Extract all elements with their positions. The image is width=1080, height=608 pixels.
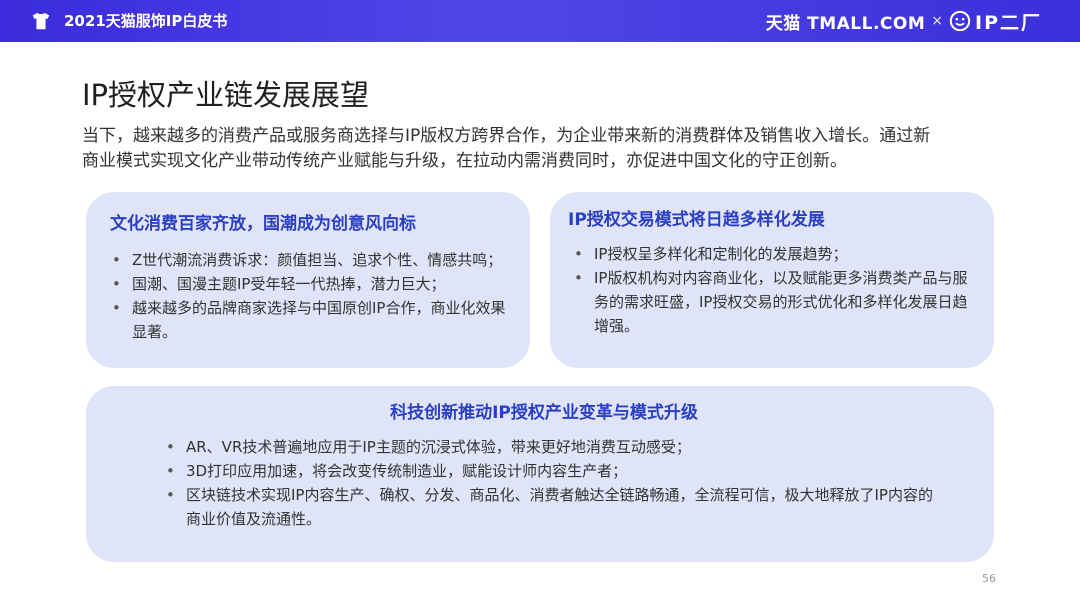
bullet-item: 越来越多的品牌商家选择与中国原创IP合作，商业化效果显著。 <box>110 296 506 344</box>
page-title: IP授权产业链发展展望 <box>82 78 370 112</box>
bullet-item: IP授权呈多样化和定制化的发展趋势； <box>572 242 976 266</box>
intro-line: 商业模式实现文化产业带动传统产业赋能与升级，在拉动内需消费同时，亦促进中国文化的… <box>82 151 847 171</box>
bullet-item: Z世代潮流消费诉求：颜值担当、追求个性、情感共鸣； <box>110 248 506 272</box>
smiley-icon <box>949 10 971 32</box>
card-title: 科技创新推动IP授权产业变革与模式升级 <box>390 403 698 423</box>
brand-logos: 天猫 TMALL.COM × IP二厂 <box>766 8 1042 34</box>
ipr-logo: IP二厂 <box>975 11 1042 34</box>
bullet-item: 国潮、国漫主题IP受年轻一代热捧，潜力巨大； <box>110 272 506 296</box>
bullet-item: 区块链技术实现IP内容生产、确权、分发、商品化、消费者触达全链路畅通，全流程可信… <box>164 483 946 531</box>
bullet-list: Z世代潮流消费诉求：颜值担当、追求个性、情感共鸣； 国潮、国漫主题IP受年轻一代… <box>110 248 506 344</box>
tshirt-icon <box>32 12 50 30</box>
card-tech-innovation: 科技创新推动IP授权产业变革与模式升级 AR、VR技术普遍地应用于IP主题的沉浸… <box>86 386 994 562</box>
intro-line: 当下，越来越多的消费产品或服务商选择与IP版权方跨界合作，为企业带来新的消费群体… <box>82 126 931 146</box>
card-title: 文化消费百家齐放，国潮成为创意风向标 <box>110 214 416 234</box>
report-title: 2021天猫服饰IP白皮书 <box>64 12 228 30</box>
bullet-item: AR、VR技术普遍地应用于IP主题的沉浸式体验，带来更好地消费互动感受； <box>164 435 946 459</box>
bullet-item: 3D打印应用加速，将会改变传统制造业，赋能设计师内容生产者； <box>164 459 946 483</box>
bullet-list: IP授权呈多样化和定制化的发展趋势； IP版权机构对内容商业化，以及赋能更多消费… <box>568 242 976 338</box>
header-bar: 2021天猫服饰IP白皮书 天猫 TMALL.COM × IP二厂 <box>0 0 1080 42</box>
card-culture-consumption: 文化消费百家齐放，国潮成为创意风向标 Z世代潮流消费诉求：颜值担当、追求个性、情… <box>86 192 530 368</box>
page-number: 56 <box>982 572 996 585</box>
bullet-item: IP版权机构对内容商业化，以及赋能更多消费类产品与服务的需求旺盛，IP授权交易的… <box>572 266 976 338</box>
card-licensing-trade: IP授权交易模式将日趋多样化发展 IP授权呈多样化和定制化的发展趋势； IP版权… <box>550 192 994 368</box>
intro-paragraph: 当下，越来越多的消费产品或服务商选择与IP版权方跨界合作，为企业带来新的消费群体… <box>82 124 1002 174</box>
times-sign: × <box>931 13 943 29</box>
card-title: IP授权交易模式将日趋多样化发展 <box>568 210 825 230</box>
bullet-list: AR、VR技术普遍地应用于IP主题的沉浸式体验，带来更好地消费互动感受； 3D打… <box>142 435 946 531</box>
tmall-logo: 天猫 TMALL.COM <box>765 13 926 34</box>
